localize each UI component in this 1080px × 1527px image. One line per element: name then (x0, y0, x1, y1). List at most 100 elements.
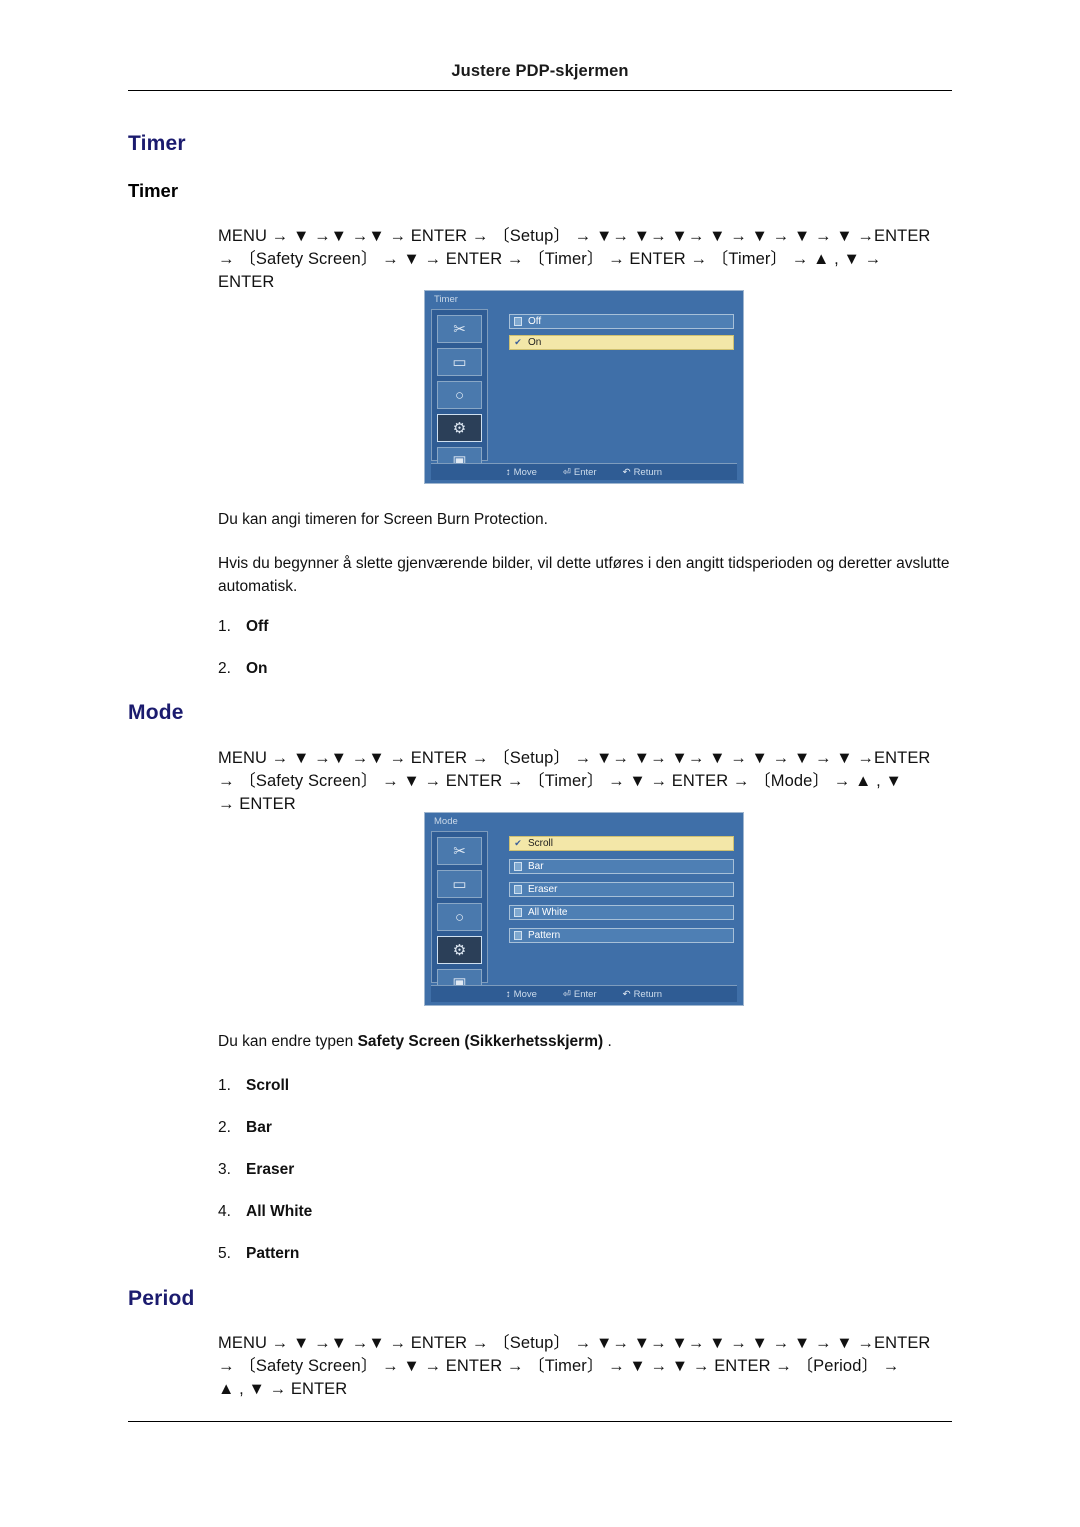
timer-nav-text-3: ENTER (218, 273, 275, 291)
timer-option-1: 1. Off (218, 618, 268, 636)
bullet-icon (514, 931, 522, 940)
timer-nav-line-2: → 〔Safety Screen〕 → ▼ → ENTER → 〔Timer〕 … (218, 248, 958, 271)
move-icon: ↕ (505, 466, 511, 478)
subheading-timer: Timer (128, 180, 179, 201)
timer-nav-line-1: MENU → ▼ →▼ →▼ → ENTER → 〔Setup〕 → ▼→ ▼→… (218, 225, 958, 248)
timer-nav-text-1: MENU → ▼ →▼ →▼ → ENTER → 〔Setup〕 → ▼→ ▼→… (218, 227, 931, 245)
document-page: Justere PDP-skjermen Timer Timer MENU → … (0, 0, 1080, 1527)
osd-footer-return-label: Return (633, 466, 663, 478)
mode-option-5-label: Pattern (246, 1245, 300, 1262)
mode-description-plain: Du kan endre typen (218, 1033, 358, 1050)
osd-footer-mode: ↕ Move ⏎ Enter ↶ Return (431, 985, 737, 1002)
osd-sidebar-timer: ✂ ▭ ○ ⚙ ▣ (431, 309, 488, 475)
mode-option-3: 3. Eraser (218, 1161, 294, 1179)
bullet-icon (514, 862, 522, 871)
period-nav-line-1: MENU → ▼ →▼ →▼ → ENTER → 〔Setup〕 → ▼→ ▼→… (218, 1332, 958, 1355)
timer-option-1-num: 1. (218, 618, 231, 635)
return-icon: ↶ (622, 466, 631, 478)
sound-icon[interactable]: ○ (437, 903, 482, 931)
osd-footer-move: ↕ Move (506, 989, 537, 1000)
osd-footer-return: ↶ Return (623, 467, 662, 478)
mode-option-1: 1. Scroll (218, 1077, 289, 1095)
bullet-icon (514, 317, 522, 326)
bullet-icon (514, 885, 522, 894)
move-icon: ↕ (505, 988, 511, 1000)
mode-description: Du kan endre typen Safety Screen (Sikker… (218, 1030, 958, 1053)
footer-rule (128, 1421, 952, 1422)
heading-timer: Timer (128, 132, 186, 155)
osd-sidebar-mode: ✂ ▭ ○ ⚙ ▣ (431, 831, 488, 997)
heading-period: Period (128, 1287, 195, 1310)
osd-option-scroll[interactable]: ✔ Scroll (509, 836, 734, 851)
osd-footer-enter: ⏎ Enter (563, 989, 597, 1000)
osd-footer-move-label: Move (513, 466, 537, 478)
osd-option-label: Bar (528, 861, 544, 872)
period-nav-line-3: ▲ , ▼ → ENTER (218, 1378, 958, 1401)
mode-option-5: 5. Pattern (218, 1245, 299, 1263)
enter-icon: ⏎ (562, 466, 571, 478)
mode-nav-text-1: MENU → ▼ →▼ →▼ → ENTER → 〔Setup〕 → ▼→ ▼→… (218, 749, 931, 767)
osd-panel-mode: Mode ✂ ▭ ○ ⚙ ▣ ✔ Scroll Bar Eraser All Wh… (424, 812, 744, 1006)
mode-option-2-num: 2. (218, 1119, 231, 1136)
screen-icon[interactable]: ▭ (437, 870, 482, 898)
screen-icon[interactable]: ▭ (437, 348, 482, 376)
osd-footer-enter-label: Enter (573, 466, 597, 478)
osd-footer-return-label: Return (633, 988, 663, 1000)
setup-gear-icon[interactable]: ⚙ (437, 936, 482, 964)
sound-icon[interactable]: ○ (437, 381, 482, 409)
timer-description: Du kan angi timeren for Screen Burn Prot… (218, 511, 548, 528)
page-header: Justere PDP-skjermen (451, 62, 629, 80)
mode-nav-text-2: → 〔Safety Screen〕 → ▼ → ENTER → 〔Timer〕 … (218, 772, 902, 790)
osd-option-eraser[interactable]: Eraser (509, 882, 734, 897)
timer-option-2-label: On (246, 660, 268, 677)
scissors-icon[interactable]: ✂ (437, 837, 482, 865)
check-icon: ✔ (514, 838, 522, 848)
timer-option-2-num: 2. (218, 660, 231, 677)
osd-option-label: Eraser (528, 884, 558, 895)
mode-nav-line-2: → 〔Safety Screen〕 → ▼ → ENTER → 〔Timer〕 … (218, 770, 958, 793)
mode-option-4: 4. All White (218, 1203, 312, 1221)
enter-icon: ⏎ (562, 988, 571, 1000)
osd-option-all-white[interactable]: All White (509, 905, 734, 920)
mode-option-3-label: Eraser (246, 1161, 295, 1178)
timer-option-1-label: Off (246, 618, 269, 635)
period-nav-line-2: → 〔Safety Screen〕 → ▼ → ENTER → 〔Timer〕 … (218, 1355, 958, 1378)
setup-gear-icon[interactable]: ⚙ (437, 414, 482, 442)
heading-mode: Mode (128, 701, 184, 724)
mode-option-1-label: Scroll (246, 1077, 290, 1094)
period-nav-text-2: → 〔Safety Screen〕 → ▼ → ENTER → 〔Timer〕 … (218, 1357, 900, 1375)
mode-description-tail: . (603, 1033, 612, 1050)
osd-option-label: Scroll (528, 838, 554, 849)
osd-option-label: On (528, 337, 542, 348)
osd-option-label: Off (528, 316, 542, 327)
osd-title-timer: Timer (434, 294, 458, 305)
osd-footer-enter: ⏎ Enter (563, 467, 597, 478)
mode-option-4-num: 4. (218, 1203, 231, 1220)
osd-panel-timer: Timer ✂ ▭ ○ ⚙ ▣ Off ✔ On ↕ Move ⏎ Enter ↶ Re… (424, 290, 744, 484)
mode-option-4-label: All White (246, 1203, 313, 1220)
mode-option-2-label: Bar (246, 1119, 272, 1136)
osd-footer-move: ↕ Move (506, 467, 537, 478)
osd-option-label: Pattern (528, 930, 561, 941)
mode-option-1-num: 1. (218, 1077, 231, 1094)
return-icon: ↶ (622, 988, 631, 1000)
period-nav-text-1: MENU → ▼ →▼ →▼ → ENTER → 〔Setup〕 → ▼→ ▼→… (218, 1334, 931, 1352)
header-rule (128, 90, 952, 91)
mode-option-5-num: 5. (218, 1245, 231, 1262)
bullet-icon (514, 908, 522, 917)
osd-option-pattern[interactable]: Pattern (509, 928, 734, 943)
mode-nav-line-1: MENU → ▼ →▼ →▼ → ENTER → 〔Setup〕 → ▼→ ▼→… (218, 747, 958, 770)
osd-option-off[interactable]: Off (509, 314, 734, 329)
timer-description-2: Hvis du begynner å slette gjenværende bi… (218, 555, 950, 595)
timer-nav-text-2: → 〔Safety Screen〕 → ▼ → ENTER → 〔Timer〕 … (218, 250, 882, 268)
osd-footer-enter-label: Enter (573, 988, 597, 1000)
period-nav-text-3: ▲ , ▼ → ENTER (218, 1380, 348, 1398)
timer-option-2: 2. On (218, 660, 268, 678)
scissors-icon[interactable]: ✂ (437, 315, 482, 343)
osd-footer-return: ↶ Return (623, 989, 662, 1000)
osd-option-on[interactable]: ✔ On (509, 335, 734, 350)
check-icon: ✔ (514, 337, 522, 347)
osd-title-mode: Mode (434, 816, 458, 827)
osd-option-bar[interactable]: Bar (509, 859, 734, 874)
osd-footer-timer: ↕ Move ⏎ Enter ↶ Return (431, 463, 737, 480)
